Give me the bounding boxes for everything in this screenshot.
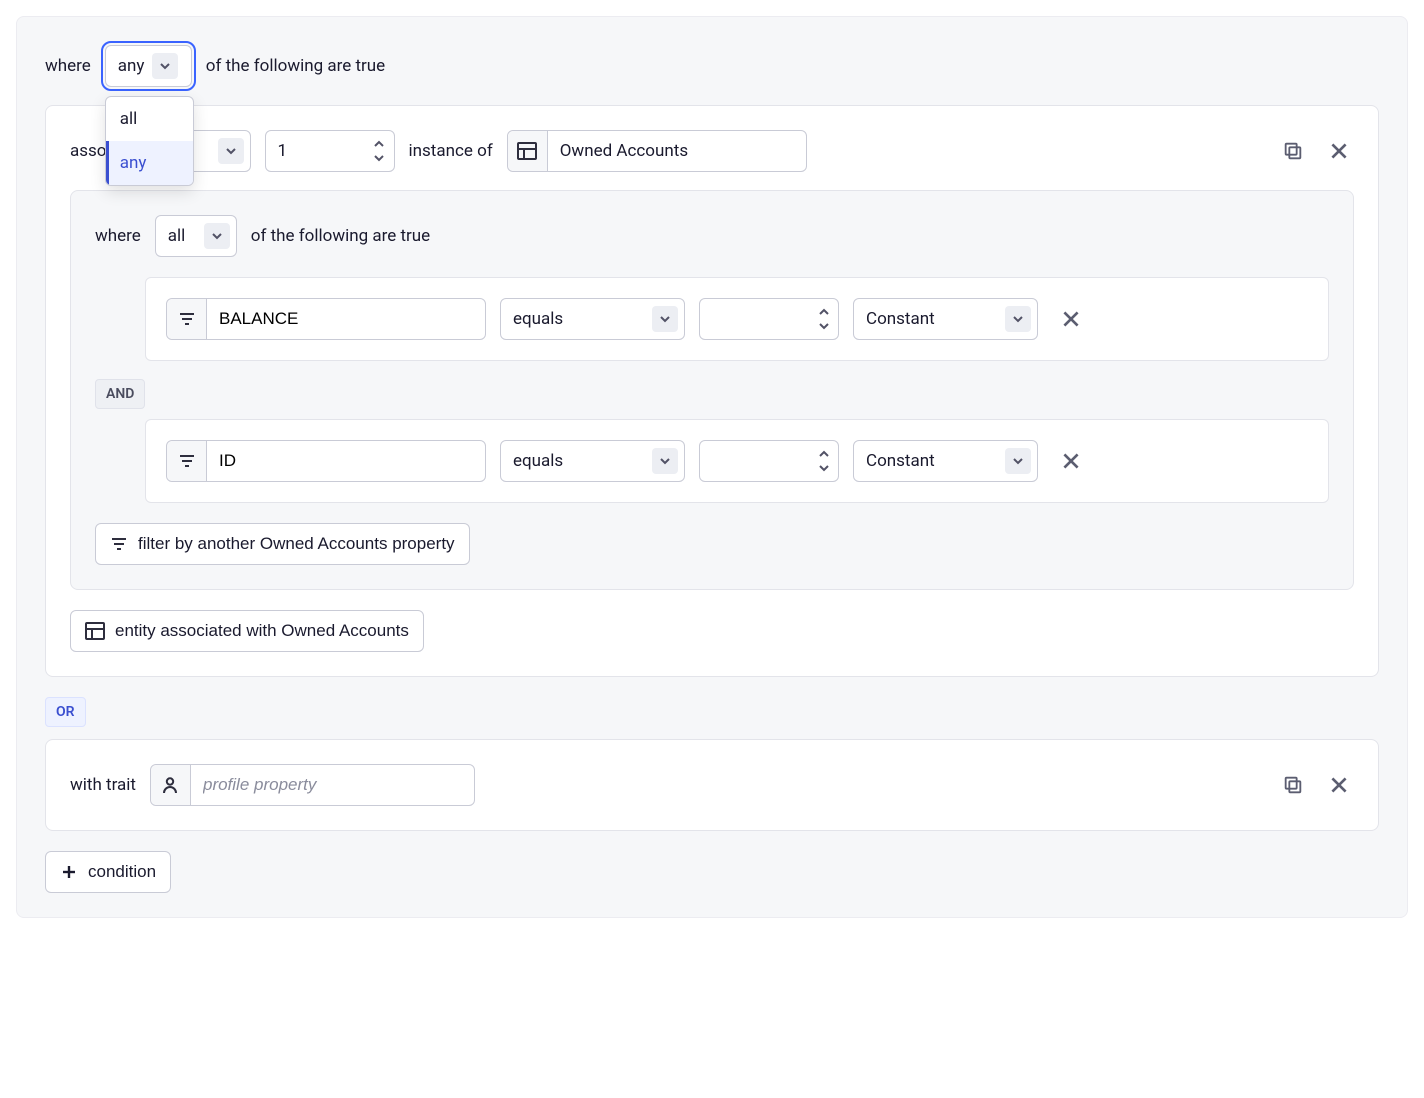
cond-wrapper: equals Constant	[95, 419, 1329, 503]
value-input[interactable]	[699, 298, 839, 340]
number-spinners[interactable]	[368, 137, 390, 165]
duplicate-button[interactable]	[1278, 136, 1308, 166]
add-condition-row: condition	[45, 851, 1379, 893]
property-input[interactable]	[207, 441, 485, 481]
filter-another-row: filter by another Owned Accounts propert…	[95, 523, 1329, 565]
number-spinners[interactable]	[812, 447, 834, 475]
number-spinners[interactable]	[812, 305, 834, 333]
table-icon	[508, 131, 548, 171]
entity-associated-button[interactable]: entity associated with Owned Accounts	[70, 610, 424, 652]
property-picker[interactable]	[166, 298, 486, 340]
operator-value: equals	[513, 451, 563, 471]
and-pill: AND	[95, 379, 145, 409]
person-icon	[151, 765, 191, 805]
remove-condition-button[interactable]	[1056, 446, 1086, 476]
condition-row: equals Constant	[145, 277, 1329, 361]
block1-actions	[1278, 136, 1354, 166]
chevron-down-icon	[1005, 306, 1031, 332]
instance-of-label: instance of	[409, 141, 493, 161]
value-type-select[interactable]: Constant	[853, 440, 1038, 482]
trait-picker[interactable]	[150, 764, 475, 806]
trait-block: with trait	[45, 739, 1379, 831]
chevron-down-icon	[1005, 448, 1031, 474]
associated-row: asso at least 1 instance of Owned	[70, 130, 1354, 172]
root-logic-select[interactable]: any all any	[105, 45, 192, 87]
spinner-up-icon[interactable]	[369, 137, 390, 151]
block2-actions	[1278, 770, 1354, 800]
remove-button[interactable]	[1324, 136, 1354, 166]
count-value: 1	[278, 141, 288, 161]
with-trait-label: with trait	[70, 775, 136, 795]
trait-input[interactable]	[191, 765, 474, 805]
inner-following-label: of the following are true	[251, 226, 430, 246]
filter-icon	[167, 299, 207, 339]
value-type-select[interactable]: Constant	[853, 298, 1038, 340]
value-input[interactable]	[699, 440, 839, 482]
remove-button[interactable]	[1324, 770, 1354, 800]
operator-select[interactable]: equals	[500, 298, 685, 340]
chevron-down-icon	[652, 448, 678, 474]
following-label: of the following are true	[206, 56, 385, 76]
where-label: where	[45, 56, 91, 76]
spinner-down-icon[interactable]	[813, 319, 834, 333]
property-picker[interactable]	[166, 440, 486, 482]
chevron-down-icon	[218, 138, 244, 164]
and-pill-row: AND	[95, 379, 1329, 409]
value-type: Constant	[866, 451, 935, 471]
inner-where-row: where all of the following are true	[95, 215, 1329, 257]
spinner-up-icon[interactable]	[813, 447, 834, 461]
operator-select[interactable]: equals	[500, 440, 685, 482]
inner-logic-value: all	[168, 226, 186, 246]
duplicate-button[interactable]	[1278, 770, 1308, 800]
add-condition-button[interactable]: condition	[45, 851, 171, 893]
entity-picker[interactable]: Owned Accounts	[507, 130, 807, 172]
filter-another-property-button[interactable]: filter by another Owned Accounts propert…	[95, 523, 470, 565]
or-pill: OR	[45, 697, 86, 727]
property-input[interactable]	[207, 299, 485, 339]
cond-wrapper: equals Constant	[95, 277, 1329, 361]
inner-where-label: where	[95, 226, 141, 246]
filter-icon	[167, 441, 207, 481]
count-value-input[interactable]: 1	[265, 130, 395, 172]
spinner-down-icon[interactable]	[369, 151, 390, 165]
chevron-down-icon	[652, 306, 678, 332]
chevron-down-icon	[204, 223, 230, 249]
entity-assoc-row: entity associated with Owned Accounts	[70, 610, 1354, 652]
root-logic-value: any	[118, 56, 145, 76]
add-condition-label: condition	[88, 862, 156, 882]
filter-another-label: filter by another Owned Accounts propert…	[138, 534, 455, 554]
root-where-row: where any all any of the following are t…	[45, 45, 1379, 87]
entity-name: Owned Accounts	[548, 141, 688, 161]
entity-associated-label: entity associated with Owned Accounts	[115, 621, 409, 641]
or-pill-row: OR	[45, 697, 1379, 727]
spinner-down-icon[interactable]	[813, 461, 834, 475]
dropdown-option-all[interactable]: all	[106, 97, 193, 141]
value-type: Constant	[866, 309, 935, 329]
associated-entity-block: asso at least 1 instance of Owned	[45, 105, 1379, 677]
dropdown-option-any[interactable]: any	[106, 141, 193, 185]
condition-row: equals Constant	[145, 419, 1329, 503]
inner-where-panel: where all of the following are true	[70, 190, 1354, 590]
root-logic-dropdown: all any	[105, 96, 194, 186]
associated-label: asso	[70, 141, 107, 161]
operator-value: equals	[513, 309, 563, 329]
inner-logic-select[interactable]: all	[155, 215, 237, 257]
spinner-up-icon[interactable]	[813, 305, 834, 319]
audience-builder-root: where any all any of the following are t…	[16, 16, 1408, 918]
chevron-down-icon	[152, 53, 178, 79]
remove-condition-button[interactable]	[1056, 304, 1086, 334]
